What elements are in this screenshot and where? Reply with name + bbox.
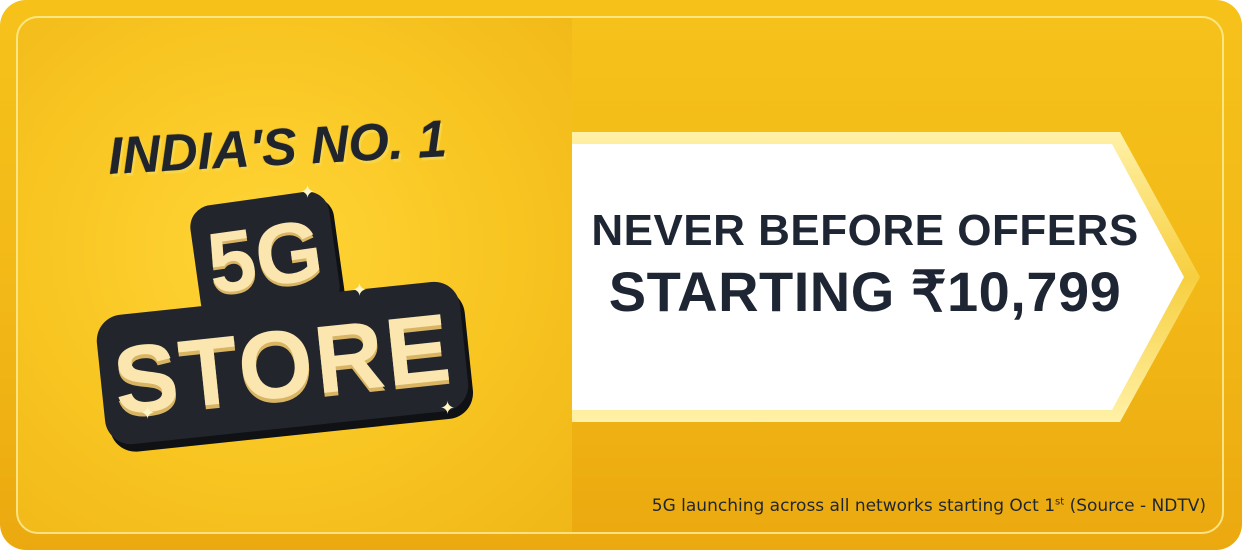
offer-line-2: STARTING ₹10,799 [608, 259, 1122, 323]
source-footnote: 5G launching across all networks startin… [652, 496, 1206, 516]
sparkle-icon: ✦ [352, 280, 368, 301]
promo-banner[interactable]: INDIA'S NO. 1 5G STORE ✦ ✦ ✦ ✦ NEVER BEF… [0, 0, 1242, 550]
sparkle-icon: ✦ [440, 398, 456, 419]
footnote-superscript: st [1055, 496, 1065, 508]
footnote-text: 5G launching across all networks startin… [651, 496, 1056, 516]
sparkle-icon: ✦ [300, 182, 316, 203]
offer-headline: NEVER BEFORE OFFERS STARTING ₹10,799 [585, 205, 1145, 325]
footnote-source: (Source - NDTV) [1064, 496, 1206, 516]
sparkle-icon: ✦ [140, 403, 156, 424]
offer-line-1: NEVER BEFORE OFFERS [591, 206, 1139, 255]
